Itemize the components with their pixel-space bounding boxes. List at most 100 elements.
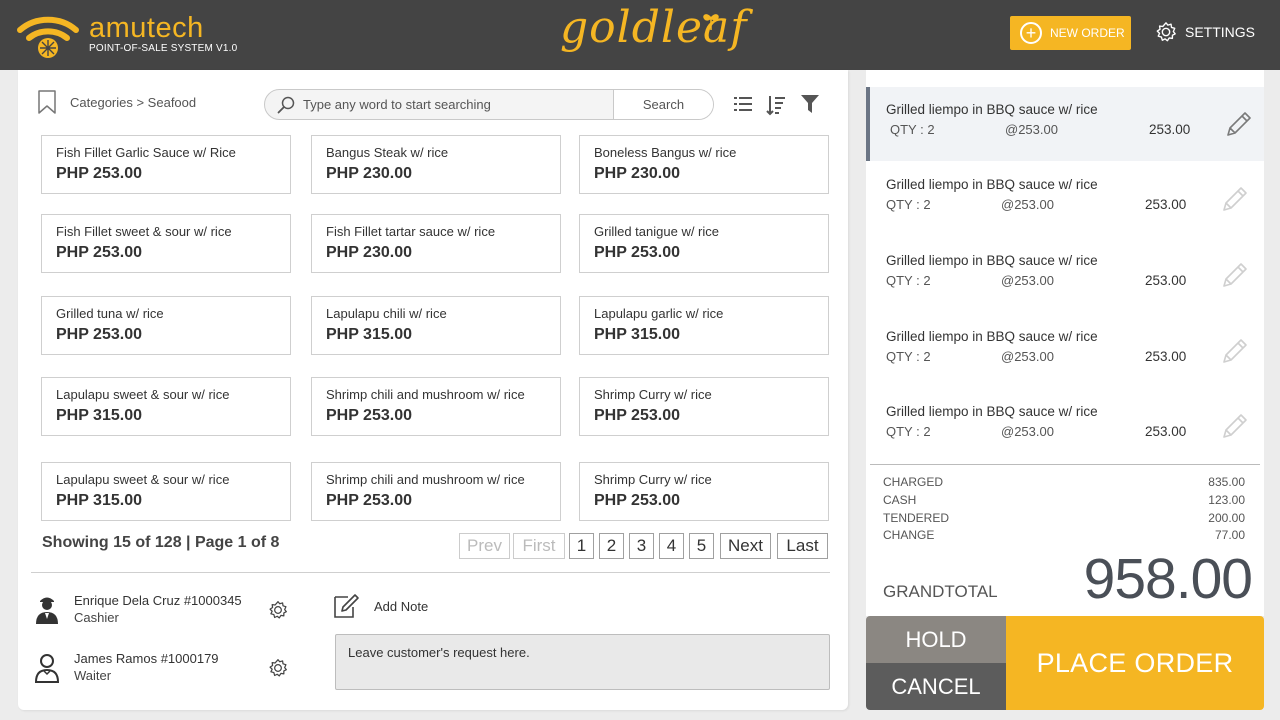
note-textarea[interactable] — [335, 634, 830, 690]
product-price: PHP 315.00 — [326, 326, 412, 343]
summary-value: 77.00 — [1214, 528, 1245, 542]
pencil-icon[interactable] — [1220, 336, 1250, 366]
wifi-logo-icon — [17, 16, 79, 58]
breadcrumb-text[interactable]: Categories > Seafood — [70, 95, 196, 110]
bookmark-icon — [38, 90, 56, 114]
settings-button[interactable]: SETTINGS — [1155, 21, 1255, 43]
waiter-avatar-icon — [34, 654, 60, 683]
product-card[interactable]: Fish Fillet sweet & sour w/ rice PHP 253… — [41, 214, 291, 273]
product-card[interactable]: Shrimp chili and mushroom w/ rice PHP 25… — [311, 462, 561, 521]
page-button-3[interactable]: 3 — [629, 533, 654, 559]
brand-name: amutech — [89, 12, 204, 44]
last-page-button[interactable]: Last — [777, 533, 828, 559]
brand-subtitle: POINT-OF-SALE SYSTEM V1.0 — [89, 43, 238, 54]
product-card[interactable]: Shrimp Curry w/ rice PHP 253.00 — [579, 462, 829, 521]
product-card[interactable]: Lapulapu sweet & sour w/ rice PHP 315.00 — [41, 377, 291, 436]
page-button-5[interactable]: 5 — [689, 533, 714, 559]
order-item[interactable]: Grilled liempo in BBQ sauce w/ rice QTY … — [866, 314, 1264, 388]
sort-icon[interactable] — [766, 94, 786, 116]
leaf-icon — [703, 14, 719, 30]
product-card[interactable]: Grilled tuna w/ rice PHP 253.00 — [41, 296, 291, 355]
new-order-label: NEW ORDER — [1050, 26, 1125, 40]
order-item-name: Grilled liempo in BBQ sauce w/ rice — [886, 329, 1098, 344]
add-note-label: Add Note — [374, 598, 429, 614]
staff-name: James Ramos #1000179 — [74, 651, 219, 666]
product-card[interactable]: Lapulapu garlic w/ rice PHP 315.00 — [579, 296, 829, 355]
page-button-1[interactable]: 1 — [569, 533, 594, 559]
cancel-button[interactable]: CANCEL — [866, 663, 1006, 710]
product-name: Lapulapu chili w/ rice — [326, 306, 447, 321]
top-bar: amutech POINT-OF-SALE SYSTEM V1.0 goldle… — [0, 0, 1280, 70]
next-page-button[interactable]: Next — [720, 533, 771, 559]
product-card[interactable]: Shrimp Curry w/ rice PHP 253.00 — [579, 377, 829, 436]
page-button-4[interactable]: 4 — [659, 533, 684, 559]
order-item[interactable]: Grilled liempo in BBQ sauce w/ rice QTY … — [866, 389, 1264, 463]
product-price: PHP 253.00 — [326, 492, 412, 509]
product-name: Shrimp chili and mushroom w/ rice — [326, 472, 525, 487]
pencil-icon[interactable] — [1220, 260, 1250, 290]
order-item-unit-price: @253.00 — [1005, 122, 1058, 137]
scrollbar[interactable] — [1267, 70, 1273, 710]
list-view-icon[interactable] — [733, 94, 753, 114]
prev-page-button[interactable]: Prev — [459, 533, 510, 559]
product-card[interactable]: Shrimp chili and mushroom w/ rice PHP 25… — [311, 377, 561, 436]
order-item-qty: QTY : 2 — [886, 197, 931, 212]
product-card[interactable]: Bangus Steak w/ rice PHP 230.00 — [311, 135, 561, 194]
summary-value: 835.00 — [1208, 475, 1245, 489]
pencil-icon[interactable] — [1220, 184, 1250, 214]
staff-cashier: Enrique Dela Cruz #1000345 Cashier — [34, 593, 242, 625]
product-price: PHP 253.00 — [594, 244, 680, 261]
product-card[interactable]: Lapulapu sweet & sour w/ rice PHP 315.00 — [41, 462, 291, 521]
search-icon — [277, 96, 295, 113]
gear-icon — [1156, 22, 1176, 42]
order-item-unit-price: @253.00 — [1001, 273, 1054, 288]
product-name: Shrimp chili and mushroom w/ rice — [326, 387, 525, 402]
product-price: PHP 253.00 — [56, 165, 142, 182]
place-order-button[interactable]: PLACE ORDER — [1006, 616, 1264, 710]
order-item-qty: QTY : 2 — [886, 273, 931, 288]
order-item[interactable]: Grilled liempo in BBQ sauce w/ rice QTY … — [866, 238, 1264, 312]
pencil-icon[interactable] — [1224, 109, 1254, 139]
order-item[interactable]: Grilled liempo in BBQ sauce w/ rice QTY … — [866, 87, 1264, 161]
breadcrumb: Categories > Seafood — [38, 90, 196, 114]
product-price: PHP 230.00 — [326, 165, 412, 182]
product-price: PHP 253.00 — [326, 407, 412, 424]
order-item-qty: QTY : 2 — [890, 122, 935, 137]
order-item-qty: QTY : 2 — [886, 349, 931, 364]
staff-name: Enrique Dela Cruz #1000345 — [74, 593, 242, 608]
cashier-settings-gear-icon[interactable] — [268, 600, 288, 620]
divider — [31, 572, 830, 573]
waiter-settings-gear-icon[interactable] — [268, 658, 288, 678]
divider — [870, 464, 1260, 465]
order-item-name: Grilled liempo in BBQ sauce w/ rice — [886, 177, 1098, 192]
order-item[interactable]: Grilled liempo in BBQ sauce w/ rice QTY … — [866, 162, 1264, 236]
product-card[interactable]: Grilled tanigue w/ rice PHP 253.00 — [579, 214, 829, 273]
product-name: Fish Fillet Garlic Sauce w/ Rice — [56, 145, 236, 160]
product-card[interactable]: Lapulapu chili w/ rice PHP 315.00 — [311, 296, 561, 355]
product-card[interactable]: Boneless Bangus w/ rice PHP 230.00 — [579, 135, 829, 194]
order-item-qty: QTY : 2 — [886, 424, 931, 439]
menu-panel: Categories > Seafood Search Fish Fillet … — [18, 70, 848, 710]
new-order-button[interactable]: + NEW ORDER — [1010, 16, 1131, 50]
hold-button[interactable]: HOLD — [866, 616, 1006, 663]
product-price: PHP 230.00 — [326, 244, 412, 261]
pencil-icon[interactable] — [1220, 411, 1250, 441]
filter-icon[interactable] — [801, 94, 819, 114]
product-price: PHP 253.00 — [594, 407, 680, 424]
settings-label: SETTINGS — [1185, 24, 1256, 40]
search-input[interactable] — [303, 90, 613, 119]
summary-label: TENDERED — [883, 511, 950, 525]
add-note-button[interactable]: Add Note — [332, 592, 428, 620]
order-item-total: 253.00 — [1145, 273, 1187, 288]
product-name: Grilled tanigue w/ rice — [594, 224, 719, 239]
search-bar: Search — [264, 89, 714, 120]
search-button[interactable]: Search — [613, 90, 713, 119]
first-page-button[interactable]: First — [513, 533, 565, 559]
product-card[interactable]: Fish Fillet Garlic Sauce w/ Rice PHP 253… — [41, 135, 291, 194]
product-name: Shrimp Curry w/ rice — [594, 472, 712, 487]
order-item-unit-price: @253.00 — [1001, 197, 1054, 212]
order-item-total: 253.00 — [1145, 349, 1187, 364]
product-name: Shrimp Curry w/ rice — [594, 387, 712, 402]
product-card[interactable]: Fish Fillet tartar sauce w/ rice PHP 230… — [311, 214, 561, 273]
page-button-2[interactable]: 2 — [599, 533, 624, 559]
